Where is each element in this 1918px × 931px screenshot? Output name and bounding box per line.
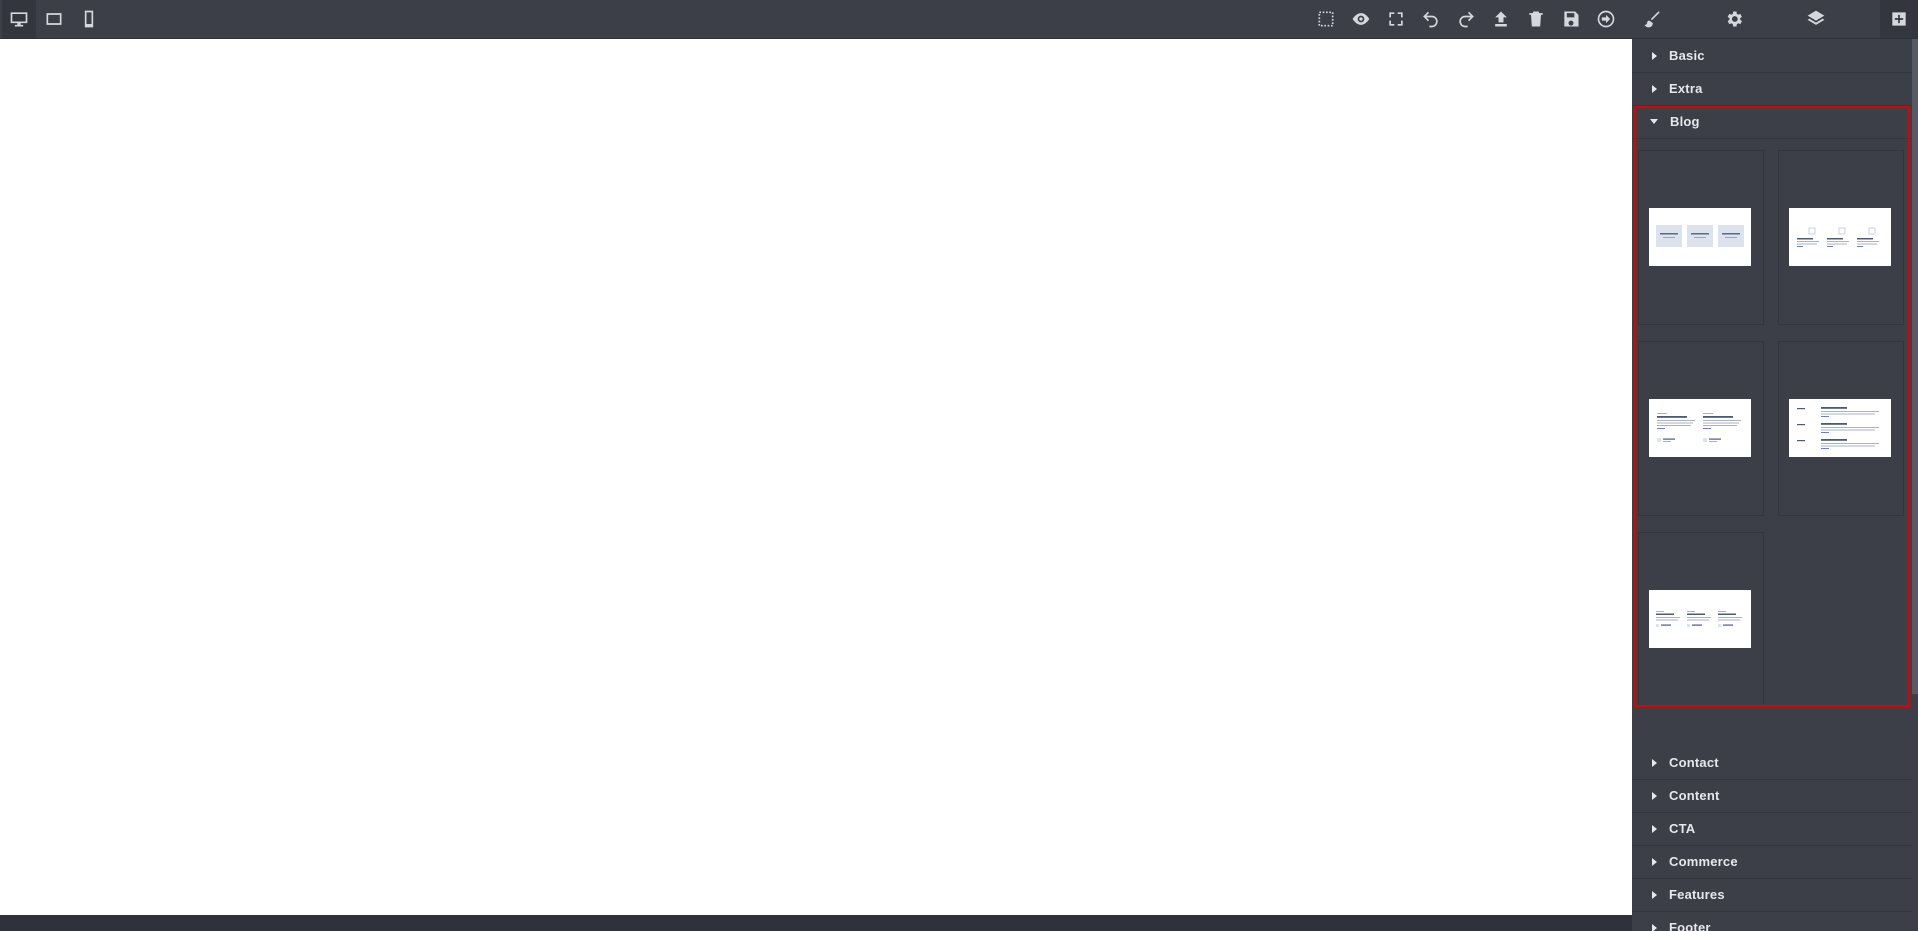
mobile-device-button[interactable] [72, 0, 106, 38]
desktop-device-button[interactable] [2, 0, 36, 38]
dashed-square-icon [1318, 11, 1334, 27]
category-label: CTA [1669, 821, 1696, 836]
blocks-button[interactable] [1880, 0, 1918, 38]
arrow-circle-icon [1597, 10, 1615, 28]
fullscreen-icon [1389, 12, 1403, 26]
undo-icon [1423, 11, 1438, 28]
redo-icon [1459, 11, 1474, 28]
blog-block-2[interactable] [1778, 150, 1904, 325]
category-label: Contact [1669, 755, 1719, 770]
caret-right-icon [1652, 923, 1657, 931]
blog-block-4[interactable] [1778, 341, 1904, 516]
layer-manager-button[interactable] [1798, 0, 1834, 38]
mobile-icon [84, 10, 94, 28]
fullscreen-button[interactable] [1379, 0, 1413, 38]
editor-canvas[interactable] [0, 39, 1632, 915]
caret-right-icon [1652, 890, 1657, 899]
blog-block-preview [1789, 399, 1891, 457]
caret-right-icon [1652, 824, 1657, 833]
category-label: Blog [1670, 114, 1700, 129]
category-basic[interactable]: Basic [1632, 39, 1912, 73]
blog-block-preview [1649, 590, 1751, 648]
monitor-icon [10, 12, 28, 27]
editor-toolbar [0, 0, 1918, 39]
gear-icon [1727, 11, 1742, 27]
blog-block-preview [1649, 399, 1751, 457]
category-label: Extra [1669, 81, 1703, 96]
clear-canvas-button[interactable] [1519, 0, 1553, 38]
save-button[interactable] [1554, 0, 1588, 38]
caret-right-icon [1652, 51, 1657, 60]
canvas-bottom-bar [0, 915, 1632, 931]
preview-button[interactable] [1344, 0, 1378, 38]
category-label: Basic [1669, 48, 1705, 63]
category-contact[interactable]: Contact [1632, 746, 1912, 780]
trash-icon [1529, 11, 1543, 27]
upload-icon [1495, 11, 1507, 27]
undo-button[interactable] [1414, 0, 1448, 38]
category-footer[interactable]: Footer [1632, 911, 1912, 931]
tablet-icon [46, 13, 62, 25]
category-features[interactable]: Features [1632, 878, 1912, 912]
style-manager-button[interactable] [1634, 0, 1670, 38]
blog-block-3[interactable] [1638, 341, 1764, 516]
eye-icon [1352, 13, 1370, 25]
blog-block-preview [1649, 208, 1751, 266]
caret-right-icon [1652, 758, 1657, 767]
redo-button[interactable] [1449, 0, 1483, 38]
caret-down-icon [1650, 119, 1658, 124]
category-label: Footer [1669, 920, 1711, 931]
category-label: Features [1669, 887, 1725, 902]
settings-button[interactable] [1716, 0, 1752, 38]
category-blog[interactable]: Blog [1632, 105, 1912, 139]
blog-block-preview [1789, 208, 1891, 266]
import-button[interactable] [1484, 0, 1518, 38]
blog-block-5[interactable] [1638, 532, 1764, 707]
category-extra[interactable]: Extra [1632, 72, 1912, 106]
category-label: Commerce [1669, 854, 1738, 869]
caret-right-icon [1652, 84, 1657, 93]
plus-square-icon [1892, 12, 1906, 26]
export-button[interactable] [1589, 0, 1623, 38]
layers-icon [1807, 10, 1825, 25]
blog-block-1[interactable] [1638, 150, 1764, 325]
sw-visibility-button[interactable] [1309, 0, 1343, 38]
category-content[interactable]: Content [1632, 779, 1912, 813]
paintbrush-icon [1644, 11, 1660, 28]
scrollbar-thumb[interactable] [1912, 39, 1918, 694]
category-label: Content [1669, 788, 1720, 803]
category-commerce[interactable]: Commerce [1632, 845, 1912, 879]
floppy-icon [1564, 11, 1579, 27]
blocks-panel: Basic Extra Blog Contact Content CTA Com… [1632, 39, 1918, 931]
panel-scrollbar[interactable] [1912, 39, 1918, 931]
category-cta[interactable]: CTA [1632, 812, 1912, 846]
caret-right-icon [1652, 791, 1657, 800]
caret-right-icon [1652, 857, 1657, 866]
tablet-device-button[interactable] [37, 0, 71, 38]
